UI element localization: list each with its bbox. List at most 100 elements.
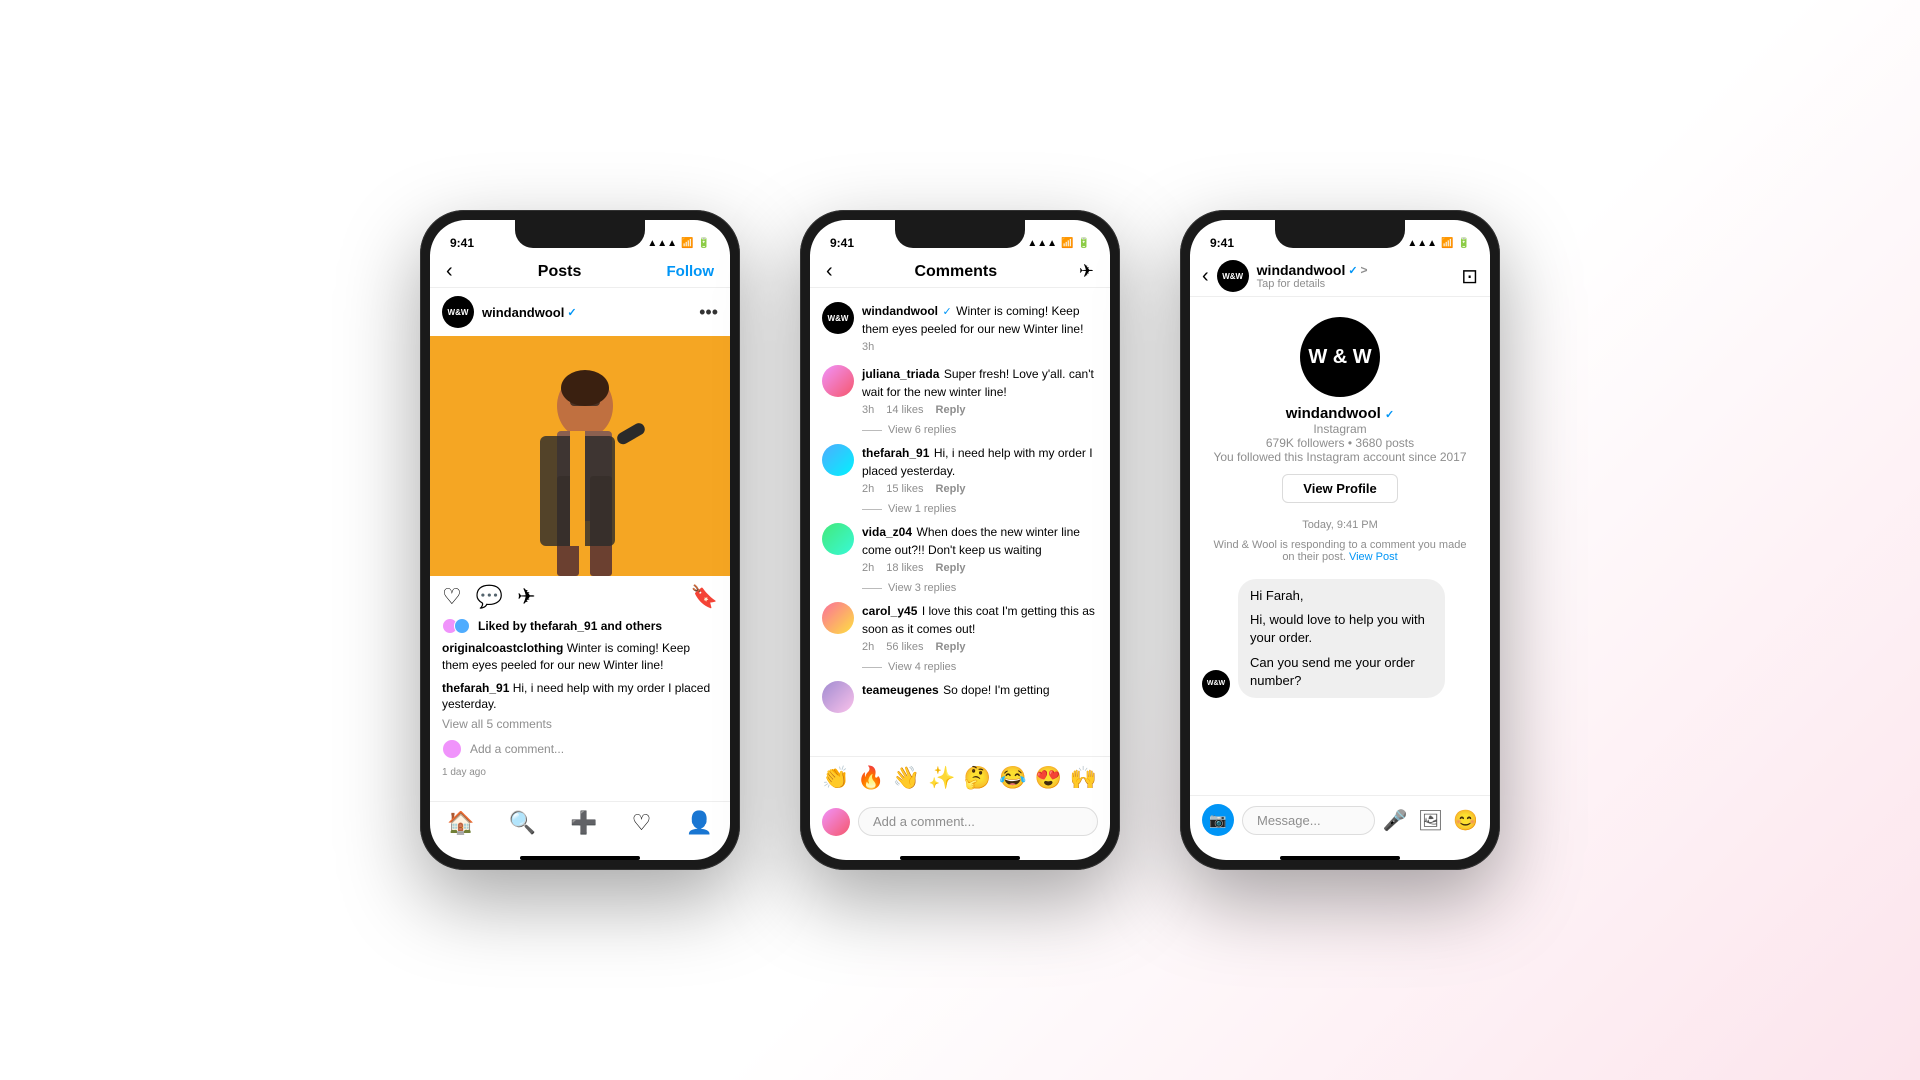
comment-input-placeholder: Add a comment...	[873, 814, 975, 829]
search-nav-icon[interactable]: 🔍	[509, 810, 536, 836]
emoji-sparkles[interactable]: ✨	[928, 765, 955, 791]
comment-icon[interactable]: 💬	[476, 584, 503, 610]
comment-item-carol: carol_y45 I love this coat I'm getting t…	[810, 596, 1110, 659]
view-all-comments[interactable]: View all 5 comments	[430, 715, 730, 733]
dm-input-icons: 🎤 🖼 😊	[1383, 808, 1478, 833]
share-icon[interactable]: ✈	[517, 584, 535, 610]
follow-button[interactable]: Follow	[667, 263, 715, 280]
comment-username-ww: windandwool	[862, 304, 938, 318]
dm-verified: ✓	[1348, 264, 1357, 277]
dm-nav-initials: W&W	[1222, 272, 1243, 281]
dm-message-input[interactable]: Message...	[1242, 806, 1375, 835]
verified-badge-1: ✓	[567, 306, 576, 319]
dm-stats: 679K followers • 3680 posts	[1266, 436, 1414, 450]
dm-platform: Instagram	[1313, 422, 1366, 436]
like-icon[interactable]: ♡	[442, 584, 462, 610]
post-timestamp: 1 day ago	[430, 765, 730, 782]
emoji-heart-eyes[interactable]: 😍	[1034, 765, 1061, 791]
comment-item-ww: W&W windandwool ✓ Winter is coming! Keep…	[810, 296, 1110, 359]
comments-list: W&W windandwool ✓ Winter is coming! Keep…	[810, 288, 1110, 756]
view-replies-carol[interactable]: View 4 replies	[810, 659, 1110, 675]
comment-username-farah: thefarah_91	[862, 446, 929, 460]
emoji-clap[interactable]: 👏	[822, 765, 849, 791]
comment-meta-ww: 3h	[862, 341, 1098, 353]
comment-input-field[interactable]: Add a comment...	[858, 807, 1098, 836]
dm-nav-arrow: >	[1361, 263, 1368, 277]
phone-2: 9:41 ▲▲▲ 📶 🔋 ‹ Comments ✈ W&W windandwoo…	[800, 210, 1120, 870]
avatar-1[interactable]: W&W	[442, 296, 474, 328]
bottom-nav-1: 🏠 🔍 ➕ ♡ 👤	[430, 801, 730, 852]
camera-icon[interactable]: 📷	[1202, 804, 1234, 836]
comment-text-team: So dope! I'm getting	[943, 683, 1049, 697]
dm-account-name: windandwool ✓	[1286, 405, 1394, 422]
likes-row: Liked by thefarah_91 and others	[430, 618, 730, 638]
sticker-icon[interactable]: 😊	[1453, 808, 1478, 833]
dm-since: You followed this Instagram account sinc…	[1213, 450, 1466, 464]
activity-nav-icon[interactable]: ♡	[632, 810, 652, 836]
comment-meta-farah: 2h 15 likes Reply	[862, 483, 1098, 495]
comment-input-bar: Add a comment...	[810, 799, 1110, 852]
comment-item-julia: juliana_triada Super fresh! Love y'all. …	[810, 359, 1110, 422]
emoji-laugh[interactable]: 😂	[999, 765, 1026, 791]
video-call-icon[interactable]: ⊡	[1461, 264, 1478, 289]
comment-username-vida: vida_z04	[862, 525, 912, 539]
status-time-1: 9:41	[450, 236, 474, 250]
tap-for-details[interactable]: Tap for details	[1257, 278, 1454, 290]
comment-meta-julia: 3h 14 likes Reply	[862, 404, 1098, 416]
dm-profile-card: W & W windandwool ✓ Instagram 679K follo…	[1190, 297, 1490, 515]
comment-username-julia: juliana_triada	[862, 367, 939, 381]
reply-line-3	[862, 588, 882, 589]
view-profile-button[interactable]: View Profile	[1282, 474, 1397, 503]
comment-avatar-carol	[822, 602, 854, 634]
comment-avatar-julia	[822, 365, 854, 397]
comment-avatar-farah	[822, 444, 854, 476]
comment-body-vida: vida_z04 When does the new winter line c…	[862, 523, 1098, 574]
comment-username-carol: carol_y45	[862, 604, 917, 618]
view-post-link[interactable]: View Post	[1349, 551, 1398, 563]
wifi-icon-2: 📶	[1061, 238, 1073, 249]
username-1[interactable]: windandwool ✓	[482, 305, 577, 320]
emoji-fire[interactable]: 🔥	[857, 765, 884, 791]
comment-username-team: teameugenes	[862, 683, 939, 697]
home-nav-icon[interactable]: 🏠	[447, 810, 474, 836]
filter-icon[interactable]: ✈	[1079, 261, 1094, 282]
reply-line	[862, 430, 882, 431]
comment-meta-carol: 2h 56 likes Reply	[862, 641, 1098, 653]
reply-line-4	[862, 667, 882, 668]
signal-icon-3: ▲▲▲	[1407, 238, 1437, 249]
home-indicator-1	[520, 856, 640, 860]
view-replies-vida[interactable]: View 3 replies	[810, 580, 1110, 596]
dm-nav-avatar: W&W	[1217, 260, 1249, 292]
phone-1: 9:41 ▲▲▲ 📶 🔋 ‹ Posts Follow W&W windandw…	[420, 210, 740, 870]
liked-by-text: Liked by thefarah_91 and others	[478, 619, 662, 633]
add-comment-row: Add a comment...	[430, 733, 730, 765]
status-time-2: 9:41	[830, 236, 854, 250]
save-icon[interactable]: 🔖	[691, 584, 718, 610]
comment-preview-row: thefarah_91 Hi, i need help with my orde…	[430, 678, 730, 716]
back-button-3[interactable]: ‹	[1202, 265, 1209, 288]
dm-timestamp: Today, 9:41 PM	[1190, 515, 1490, 535]
mic-icon[interactable]: 🎤	[1383, 808, 1408, 833]
emoji-wave[interactable]: 👋	[893, 765, 920, 791]
comments-nav: ‹ Comments ✈	[810, 256, 1110, 288]
comment-body-farah: thefarah_91 Hi, i need help with my orde…	[862, 444, 1098, 495]
back-button-1[interactable]: ‹	[446, 260, 453, 283]
view-replies-farah[interactable]: View 1 replies	[810, 501, 1110, 517]
dm-nav: ‹ W&W windandwool ✓ > Tap for details ⊡	[1190, 256, 1490, 297]
profile-nav-icon[interactable]: 👤	[686, 810, 713, 836]
dm-message-placeholder: Message...	[1257, 813, 1321, 828]
back-button-2[interactable]: ‹	[826, 260, 833, 283]
caption-username: originalcoastclothing	[442, 641, 563, 655]
emoji-raise[interactable]: 🙌	[1070, 765, 1097, 791]
profile-row-1: W&W windandwool ✓ •••	[430, 288, 730, 336]
comment-avatar-team	[822, 681, 854, 713]
view-replies-julia[interactable]: View 6 replies	[810, 422, 1110, 438]
more-options-1[interactable]: •••	[699, 302, 718, 323]
create-nav-icon[interactable]: ➕	[570, 810, 597, 836]
emoji-think[interactable]: 🤔	[964, 765, 991, 791]
comment-meta-vida: 2h 18 likes Reply	[862, 562, 1098, 574]
image-icon[interactable]: 🖼	[1418, 808, 1443, 833]
comment-item-vida: vida_z04 When does the new winter line c…	[810, 517, 1110, 580]
comment-item-farah: thefarah_91 Hi, i need help with my orde…	[810, 438, 1110, 501]
add-comment-placeholder[interactable]: Add a comment...	[470, 742, 564, 756]
